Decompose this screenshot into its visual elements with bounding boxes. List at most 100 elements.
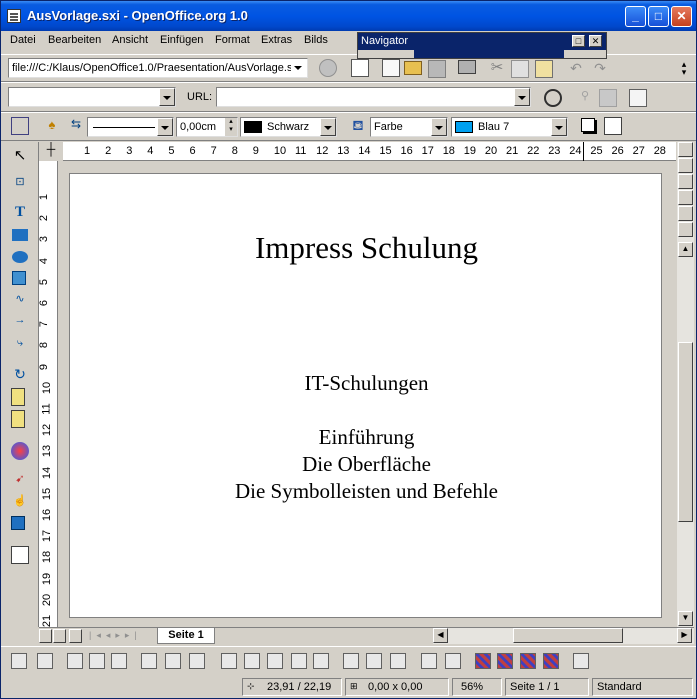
web-search-icon[interactable] — [629, 89, 647, 107]
vertical-ruler[interactable]: 1 2 3 4 5 6 7 8 9 10 11 12 13 14 15 16 17 18 19 20 21 — [38, 161, 58, 627]
menu-einfuegen[interactable]: Einfügen — [160, 34, 203, 46]
menu-bildschirm[interactable]: Bilds — [304, 34, 328, 46]
scroll-down-icon[interactable]: ▼ — [678, 611, 693, 626]
new-document-icon[interactable] — [382, 59, 400, 77]
rectangle-tool-icon[interactable] — [12, 229, 28, 241]
stop-loading-icon[interactable] — [319, 59, 337, 77]
chevron-down-icon[interactable] — [291, 59, 307, 77]
scroll-left-icon[interactable]: ◀ — [433, 628, 448, 643]
undo-icon[interactable]: ↶ — [567, 60, 585, 78]
drawing-view-button[interactable] — [678, 142, 693, 157]
find-target-icon[interactable] — [544, 89, 562, 107]
path-combobox[interactable]: file:///C:/Klaus/OpenOffice1.0/Praesenta… — [8, 58, 308, 78]
edit-points-icon[interactable] — [11, 117, 29, 135]
line-width-spinner[interactable]: 0,00cm ▴ ▾ — [176, 117, 238, 137]
curve-tool-icon[interactable]: ∿ — [11, 292, 29, 310]
chevron-down-icon[interactable] — [320, 118, 336, 136]
abc-spell-icon[interactable] — [343, 653, 359, 669]
tab-navigation-icon[interactable]: |◂◂▸▸| — [89, 630, 142, 641]
maximize-button[interactable]: □ — [648, 6, 669, 27]
snap-page-icon[interactable] — [291, 653, 307, 669]
area-icon[interactable]: ⛾ — [349, 117, 367, 135]
scroll-thumb[interactable] — [678, 342, 693, 522]
pen-icon[interactable] — [37, 653, 53, 669]
line-arrow-icon[interactable]: → — [11, 314, 29, 332]
arrange-icon[interactable] — [11, 410, 25, 428]
hatching-icon[interactable] — [604, 117, 622, 135]
slide-line[interactable]: Die Oberfläche — [70, 452, 663, 477]
menu-ansicht[interactable]: Ansicht — [112, 34, 148, 46]
slide-title[interactable]: Impress Schulung — [70, 230, 663, 266]
cut-icon[interactable]: ✂ — [488, 60, 506, 78]
edit-points-icon[interactable] — [11, 653, 27, 669]
3d-effects-icon[interactable] — [11, 516, 25, 530]
film-strip-icon[interactable] — [421, 653, 437, 669]
chevron-down-icon[interactable] — [514, 88, 530, 106]
notes-view-button[interactable] — [678, 190, 693, 205]
zoom-field[interactable]: 56% — [452, 678, 502, 696]
grid-icon[interactable] — [141, 653, 157, 669]
spin-arrows-icon[interactable]: ▴ ▾ — [225, 118, 237, 136]
scroll-right-icon[interactable]: ▶ — [677, 628, 692, 643]
zoom-tool-icon[interactable]: ⊡ — [11, 175, 29, 193]
navigator-restore-icon[interactable]: □ — [572, 35, 585, 47]
line-ends-icon[interactable]: ♠ — [43, 117, 61, 135]
select-arrow-icon[interactable]: ↖ — [11, 148, 29, 166]
menu-datei[interactable]: Datei — [10, 34, 36, 46]
slide-subtitle[interactable]: IT-Schulungen — [70, 371, 663, 396]
snap-object-icon[interactable] — [244, 653, 260, 669]
tab-seite-1[interactable]: Seite 1 — [157, 628, 215, 644]
ruler-corner[interactable]: ┼ — [39, 142, 63, 161]
checker-icon[interactable] — [475, 653, 491, 669]
menu-bearbeiten[interactable]: Bearbeiten — [48, 34, 101, 46]
alignment-icon[interactable] — [11, 388, 25, 406]
helplines-icon[interactable] — [313, 653, 329, 669]
abc-autospell-icon[interactable] — [366, 653, 382, 669]
horizontal-scrollbar[interactable]: ◀ ▶ — [433, 628, 694, 644]
url-input[interactable] — [216, 87, 531, 107]
effects-icon[interactable]: ➹ — [11, 472, 29, 490]
edit-file-icon[interactable] — [351, 59, 369, 77]
url-name-combobox[interactable] — [8, 87, 176, 107]
insert-object-icon[interactable] — [11, 442, 29, 460]
pattern-alt-icon[interactable] — [543, 653, 559, 669]
rotate-icon[interactable]: ↻ — [11, 366, 29, 384]
chevron-down-icon[interactable] — [551, 118, 567, 136]
abc-check-icon[interactable] — [390, 653, 406, 669]
interaction-icon[interactable]: ☝ — [11, 494, 29, 512]
slide-canvas[interactable]: Impress Schulung IT-Schulungen Einführun… — [69, 173, 662, 618]
rotate-3d-icon[interactable] — [89, 653, 105, 669]
pattern-icon[interactable] — [520, 653, 536, 669]
handout-view-button[interactable] — [678, 206, 693, 221]
scroll-up-icon[interactable]: ▲ — [678, 242, 693, 257]
slide-show-icon[interactable] — [11, 546, 29, 564]
snap-points-icon[interactable] — [221, 653, 237, 669]
text-tool-icon[interactable]: T — [11, 204, 29, 222]
line-style-combobox[interactable] — [87, 117, 174, 137]
slideshow-view-button[interactable] — [678, 222, 693, 237]
hscroll-thumb[interactable] — [513, 628, 623, 643]
master-mode-button[interactable] — [53, 629, 66, 643]
print-icon[interactable] — [458, 60, 476, 74]
save-icon[interactable] — [428, 60, 446, 78]
magnet-icon[interactable] — [573, 653, 589, 669]
toolbar-overflow-icon[interactable]: ▴ ▾ — [677, 60, 691, 78]
effects-flip-icon[interactable] — [111, 653, 127, 669]
navigator-close-icon[interactable]: ✕ — [589, 35, 602, 47]
area-style-combobox[interactable]: Farbe — [370, 117, 448, 137]
glue-points-icon[interactable] — [67, 653, 83, 669]
chevron-down-icon[interactable] — [157, 118, 173, 136]
snap-lines-icon[interactable] — [165, 653, 181, 669]
slide-sorter-button[interactable] — [678, 174, 693, 189]
close-button[interactable]: ✕ — [671, 6, 692, 27]
navigator-title-bar[interactable]: Navigator □ ✕ — [358, 33, 606, 50]
paste-icon[interactable] — [535, 60, 553, 78]
line-color-combobox[interactable]: Schwarz — [240, 117, 337, 137]
outline-view-button[interactable] — [678, 158, 693, 173]
hyperlink-icon[interactable] — [599, 89, 617, 107]
link-icon[interactable]: ⚲ — [576, 89, 594, 107]
shadow-icon[interactable] — [581, 118, 595, 132]
navigator-content[interactable] — [414, 50, 564, 58]
vertical-scrollbar[interactable]: ▲ ▼ — [677, 142, 694, 627]
menu-format[interactable]: Format — [215, 34, 250, 46]
